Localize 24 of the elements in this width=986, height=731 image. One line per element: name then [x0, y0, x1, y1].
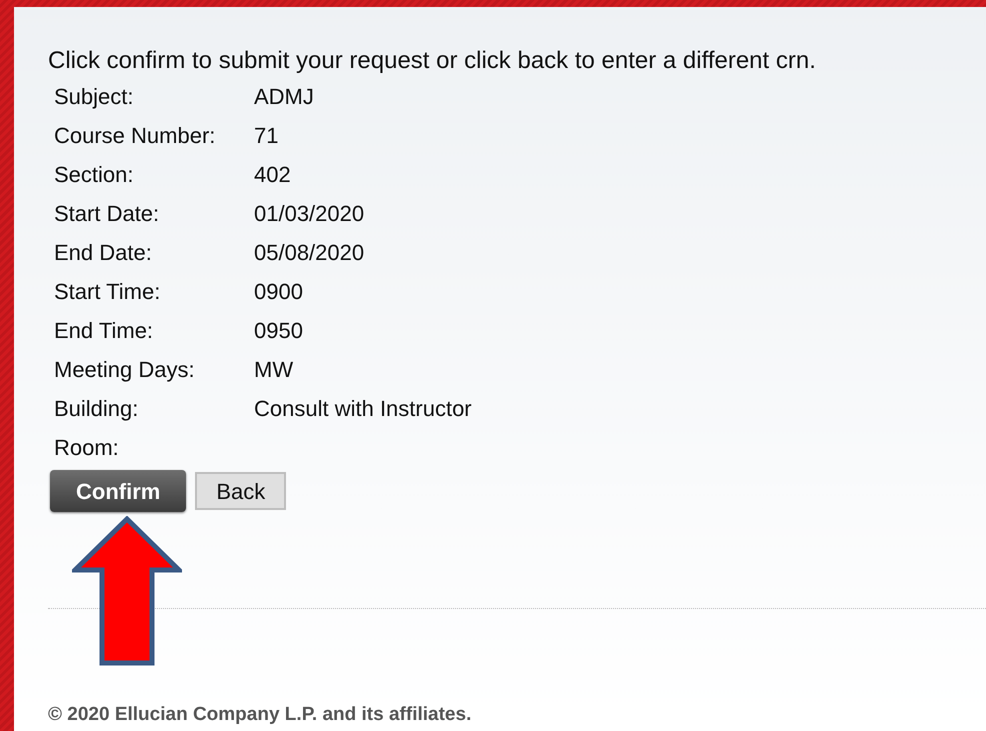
field-value: 0950 — [254, 317, 303, 345]
field-value: ADMJ — [254, 83, 314, 111]
field-label: Meeting Days: — [54, 356, 196, 384]
confirm-button[interactable]: Confirm — [50, 470, 186, 512]
field-label: Course Number: — [54, 122, 216, 150]
field-label: End Date: — [54, 239, 153, 267]
field-value: 402 — [254, 161, 291, 189]
copyright-text: © 2020 Ellucian Company L.P. and its affiliates. — [48, 703, 472, 727]
field-label: Start Time: — [54, 278, 162, 306]
field-label: Room: — [54, 434, 120, 462]
field-value: MW — [254, 356, 294, 384]
field-label: Subject: — [54, 83, 134, 111]
up-arrow-icon — [72, 516, 182, 666]
field-value: 0900 — [254, 278, 303, 306]
back-button[interactable]: Back — [195, 472, 286, 510]
field-value: 71 — [254, 122, 278, 150]
field-label: Section: — [54, 161, 134, 189]
field-label: End Time: — [54, 317, 154, 345]
field-label: Building: — [54, 395, 140, 423]
instruction-text: Click confirm to submit your request or click back to enter a different crn. — [48, 47, 817, 75]
field-value: Consult with Instructor — [254, 395, 472, 423]
field-value: 05/08/2020 — [254, 239, 364, 267]
field-value: 01/03/2020 — [254, 200, 364, 228]
field-label: Start Date: — [54, 200, 160, 228]
